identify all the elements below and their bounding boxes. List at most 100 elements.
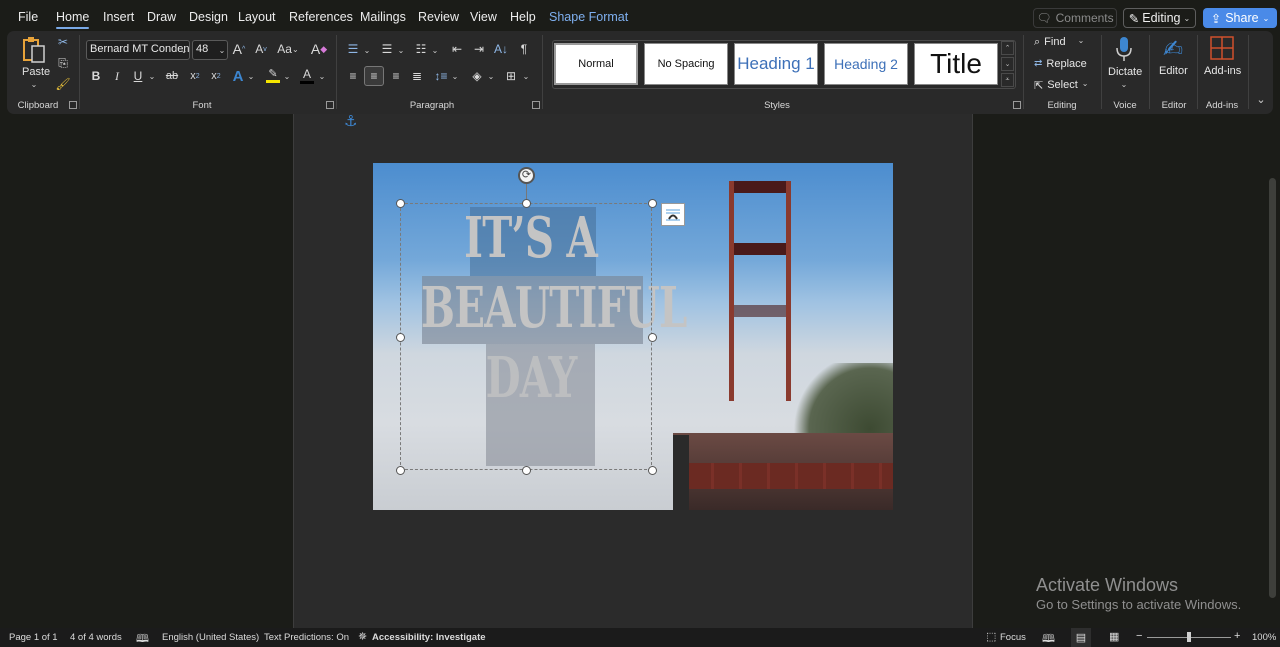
tab-shape-format[interactable]: Shape Format (549, 10, 628, 24)
style-no-spacing[interactable]: No Spacing (644, 43, 728, 85)
accessibility-status[interactable]: Accessibility: Investigate (372, 632, 486, 643)
shrink-font-icon[interactable]: Av (253, 41, 269, 57)
underline-dropdown-icon[interactable]: ⌄ (148, 71, 156, 81)
font-name-input[interactable]: Bernard MT Conden: (86, 40, 190, 60)
page-count[interactable]: Page 1 of 1 (9, 632, 58, 643)
tab-mailings[interactable]: Mailings (360, 10, 406, 24)
style-title[interactable]: Title (914, 43, 998, 85)
increase-indent-icon[interactable]: ⇥ (471, 41, 487, 57)
select-button[interactable]: ⇱ Select ⌄ (1034, 79, 1089, 92)
resize-handle-top[interactable] (522, 199, 531, 208)
paragraph-launcher-icon[interactable] (532, 101, 540, 109)
resize-handle-top-left[interactable] (396, 199, 405, 208)
styles-scroll-up-icon[interactable]: ⌃ (1001, 41, 1014, 55)
italic-icon[interactable]: I (110, 68, 124, 84)
bullets-dropdown-icon[interactable]: ⌄ (363, 45, 371, 55)
zoom-out-button[interactable]: − (1136, 630, 1142, 642)
tab-help[interactable]: Help (510, 10, 536, 24)
tab-layout[interactable]: Layout (238, 10, 276, 24)
font-color-icon[interactable]: A (299, 66, 315, 84)
style-heading-2[interactable]: Heading 2 (824, 43, 908, 85)
justify-icon[interactable]: ≣ (409, 68, 425, 84)
font-launcher-icon[interactable] (326, 101, 334, 109)
resize-handle-left[interactable] (396, 333, 405, 342)
underline-icon[interactable]: U (131, 68, 145, 84)
resize-handle-bottom-right[interactable] (648, 466, 657, 475)
styles-more-icon[interactable]: ⩡ (1001, 73, 1014, 87)
highlight-icon[interactable]: ✎ (265, 66, 281, 84)
collapse-ribbon-icon[interactable]: ⌄ (1255, 93, 1267, 106)
tab-review[interactable]: Review (418, 10, 459, 24)
share-button[interactable]: ⇪ Share ⌄ (1203, 8, 1277, 28)
clipboard-launcher-icon[interactable] (69, 101, 77, 109)
tab-design[interactable]: Design (189, 10, 228, 24)
tab-references[interactable]: References (289, 10, 353, 24)
align-left-icon[interactable]: ≡ (345, 68, 361, 84)
font-size-dropdown-icon[interactable]: ⌄ (218, 45, 226, 55)
cut-icon[interactable]: ✂ (56, 35, 70, 49)
editor-pen-icon[interactable]: ✍︎ (1159, 35, 1187, 63)
resize-handle-top-right[interactable] (648, 199, 657, 208)
grow-font-icon[interactable]: A ^ (231, 41, 247, 57)
shading-dropdown-icon[interactable]: ⌄ (487, 71, 495, 81)
layout-options-button[interactable] (661, 203, 685, 226)
zoom-slider-thumb[interactable] (1187, 632, 1191, 642)
borders-dropdown-icon[interactable]: ⌄ (522, 71, 530, 81)
text-effects-icon[interactable]: A (230, 67, 246, 85)
dictate-dropdown-icon[interactable]: ⌄ (1120, 79, 1128, 89)
sort-icon[interactable]: A↓ (493, 41, 509, 57)
copy-icon[interactable]: ⎘ (56, 56, 70, 70)
line-spacing-dropdown-icon[interactable]: ⌄ (451, 71, 459, 81)
numbering-dropdown-icon[interactable]: ⌄ (397, 45, 405, 55)
subscript-icon[interactable]: x2 (187, 68, 203, 84)
paste-button[interactable]: Paste (22, 66, 50, 78)
bold-icon[interactable]: B (89, 68, 103, 84)
format-painter-icon[interactable]: 🖌︎ (55, 77, 70, 91)
highlight-dropdown-icon[interactable]: ⌄ (283, 71, 291, 81)
show-formatting-icon[interactable]: ¶ (517, 41, 531, 57)
styles-launcher-icon[interactable] (1013, 101, 1021, 109)
align-center-icon[interactable]: ≡ (364, 66, 384, 86)
find-button[interactable]: ⌕ Find ⌄ (1034, 36, 1084, 49)
rotate-handle-icon[interactable]: ⟳ (518, 167, 535, 184)
tab-file[interactable]: File (18, 10, 38, 24)
focus-button[interactable]: Focus (1000, 632, 1026, 643)
shading-icon[interactable]: ◈ (469, 68, 485, 84)
resize-handle-bottom[interactable] (522, 466, 531, 475)
font-name-dropdown-icon[interactable]: ⌄ (180, 45, 188, 55)
editing-mode-button[interactable]: ✎ Editing ⌄ (1123, 8, 1196, 28)
language-status[interactable]: English (United States) (162, 632, 259, 643)
superscript-icon[interactable]: x2 (208, 68, 224, 84)
tab-draw[interactable]: Draw (147, 10, 176, 24)
resize-handle-right[interactable] (648, 333, 657, 342)
text-effects-dropdown-icon[interactable]: ⌄ (247, 71, 255, 81)
tab-view[interactable]: View (470, 10, 497, 24)
read-mode-icon[interactable]: 🕮︎ (1042, 630, 1055, 647)
change-case-icon[interactable]: Aa ⌄ (275, 41, 301, 57)
zoom-level[interactable]: 100% (1252, 632, 1276, 643)
style-normal[interactable]: Normal (554, 43, 638, 85)
paste-icon[interactable] (21, 35, 47, 65)
bullets-icon[interactable]: ☰ (345, 41, 361, 57)
align-right-icon[interactable]: ≡ (388, 68, 404, 84)
numbering-icon[interactable]: ☰ (379, 41, 395, 57)
resize-handle-bottom-left[interactable] (396, 466, 405, 475)
decrease-indent-icon[interactable]: ⇤ (449, 41, 465, 57)
editor-button[interactable]: Editor (1159, 65, 1188, 77)
zoom-in-button[interactable]: + (1234, 630, 1240, 642)
tab-home[interactable]: Home (56, 10, 90, 29)
styles-scroll-down-icon[interactable]: ⌄ (1001, 57, 1014, 71)
comments-button[interactable]: 🗨︎ Comments (1033, 8, 1117, 28)
addins-grid-icon[interactable] (1209, 35, 1235, 61)
strikethrough-icon[interactable]: ab (163, 68, 181, 84)
tab-insert[interactable]: Insert (103, 10, 134, 24)
paste-dropdown-icon[interactable]: ⌄ (29, 79, 39, 89)
text-predictions-status[interactable]: Text Predictions: On (264, 632, 349, 643)
web-layout-icon[interactable]: ▦ (1109, 630, 1119, 643)
proofing-icon[interactable]: 🕮︎ (136, 630, 149, 647)
print-layout-icon[interactable]: ▤ (1071, 628, 1091, 647)
multilevel-list-icon[interactable]: ☷ (413, 41, 429, 57)
microphone-icon[interactable] (1113, 35, 1135, 63)
style-heading-1[interactable]: Heading 1 (734, 43, 818, 85)
borders-icon[interactable]: ⊞ (503, 68, 519, 84)
